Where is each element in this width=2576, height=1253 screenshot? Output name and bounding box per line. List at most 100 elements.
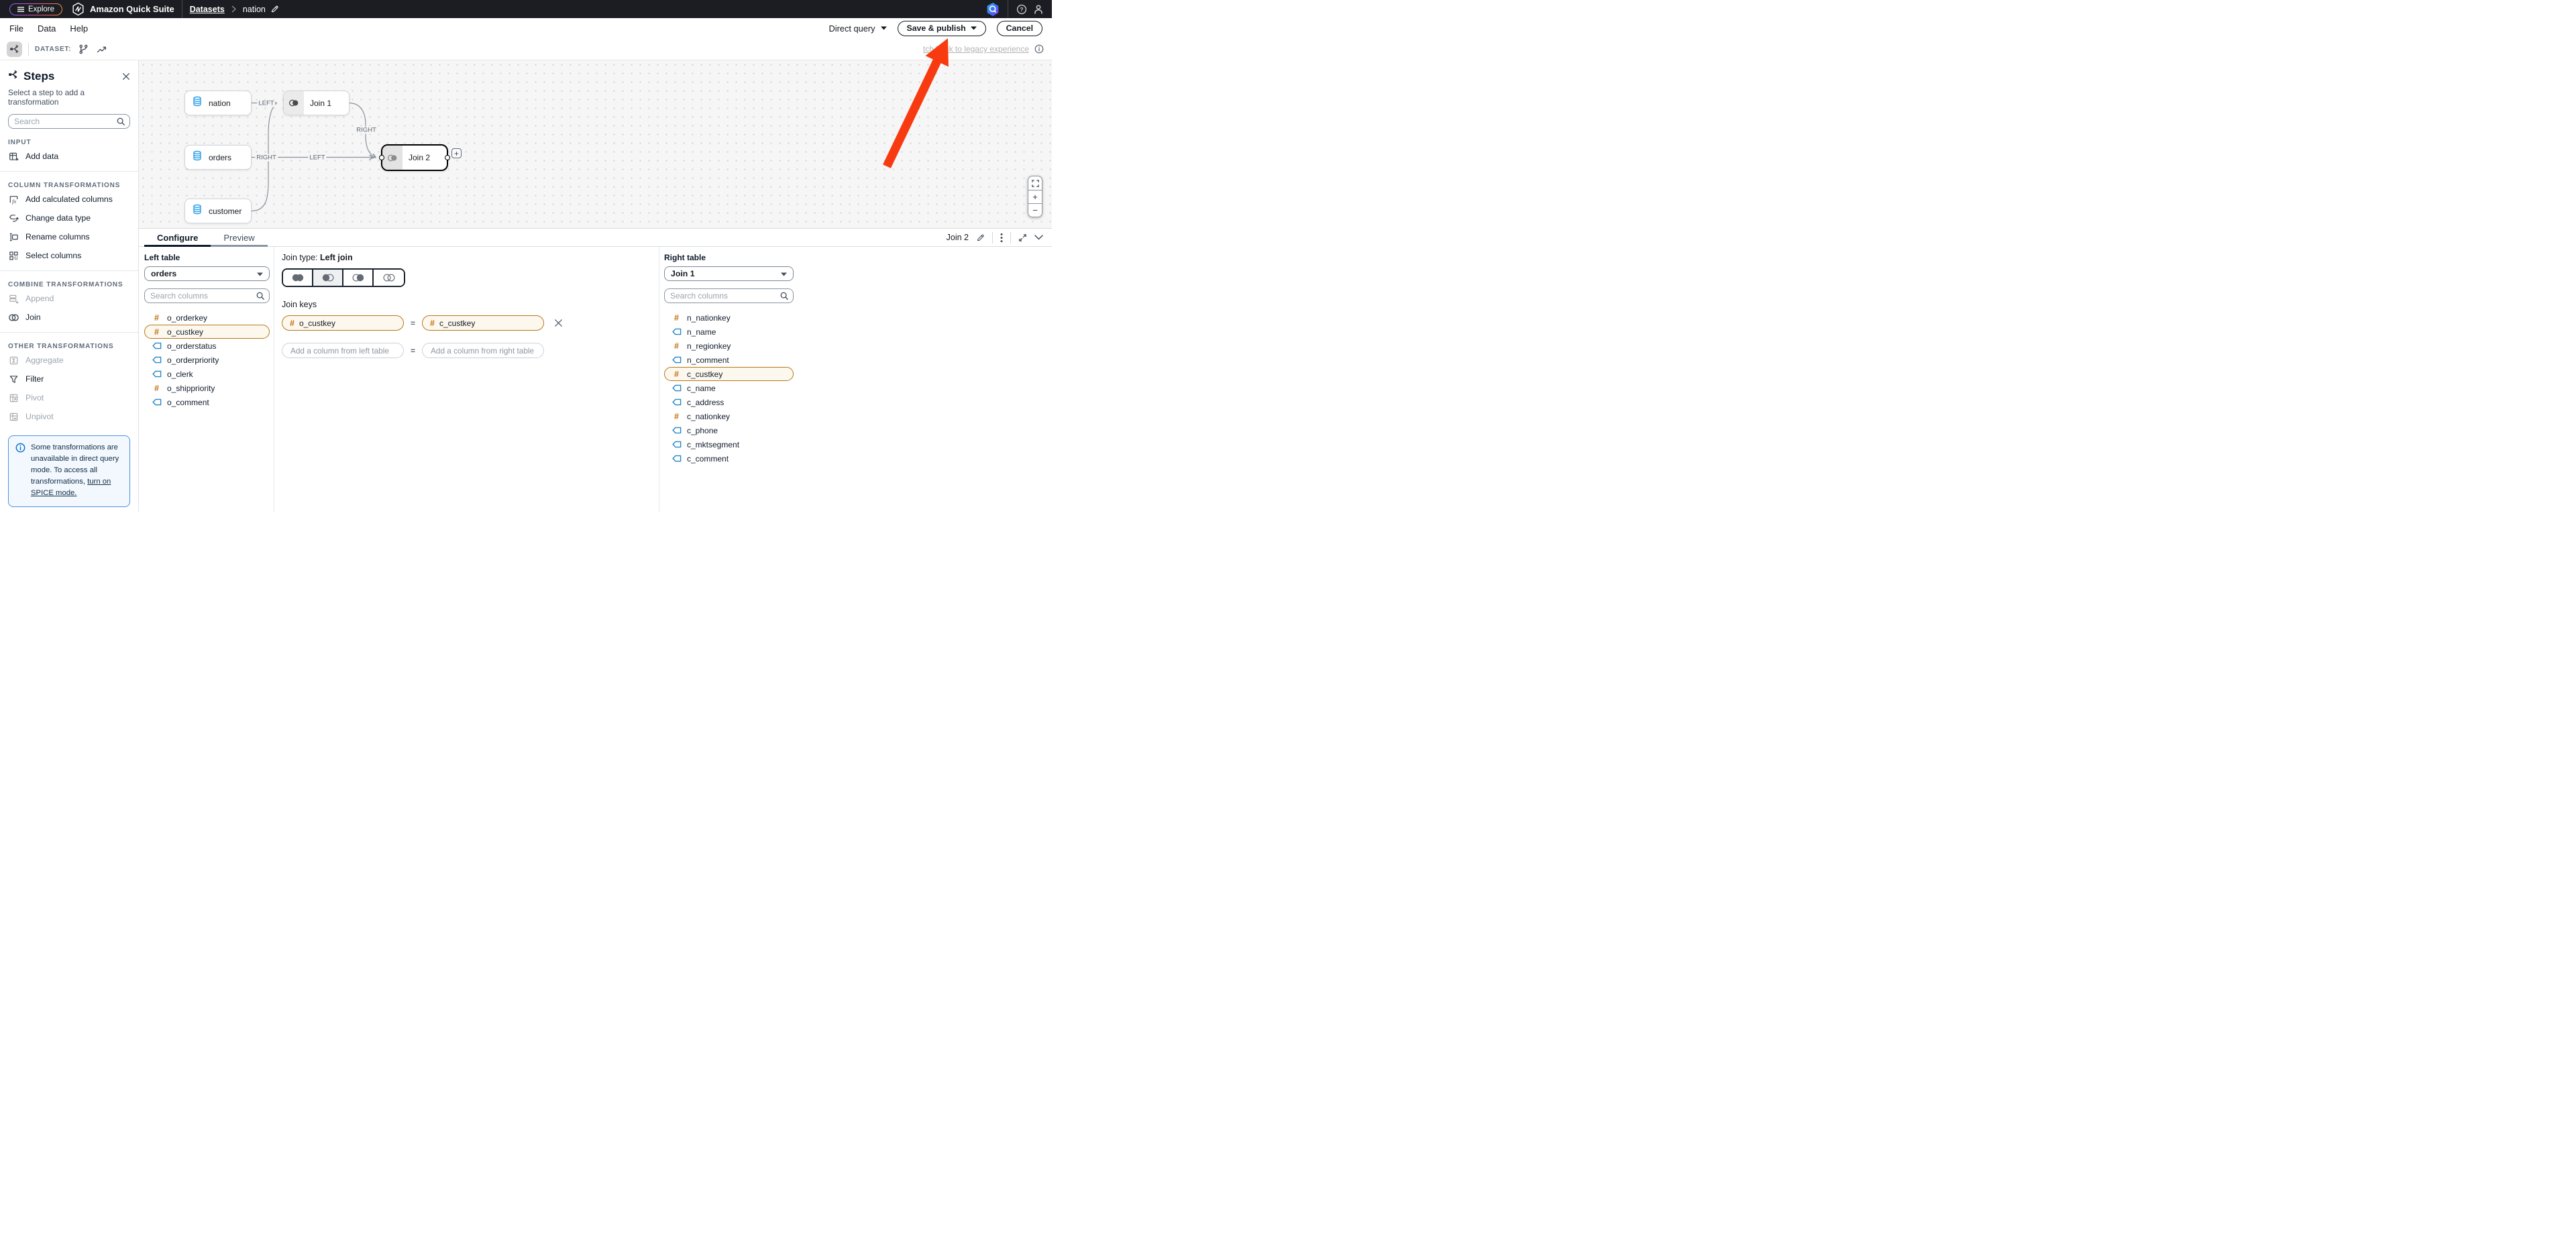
svg-text:?: ? [1020,5,1023,12]
join-type-right-button[interactable] [343,270,374,286]
user-account-icon[interactable] [1033,4,1044,15]
transformation-step-item[interactable]: Rename columns [8,228,130,246]
transformation-step-item[interactable]: Filter [8,370,130,388]
transformation-step-item[interactable]: Change data type [8,209,130,227]
cancel-button[interactable]: Cancel [997,21,1042,36]
info-icon[interactable] [1034,44,1044,54]
add-left-column-field[interactable]: Add a column from left table [282,343,404,358]
transformation-step-item[interactable]: Add data [8,148,130,165]
save-and-publish-button[interactable]: Save & publish [898,21,986,36]
transformation-step-item[interactable]: Append [8,290,130,307]
column-list-item[interactable]: c_name [664,381,794,395]
explore-button[interactable]: Explore [9,3,62,15]
column-list-item[interactable]: o_orderpriority [144,353,270,367]
right-join-icon [351,273,366,282]
transformation-step-item[interactable]: Join [8,309,130,326]
output-port[interactable] [445,155,450,160]
collapse-panel-chevron-icon[interactable] [1034,235,1043,240]
tab-preview[interactable]: Preview [211,229,267,246]
column-list-item[interactable]: c_address [664,395,794,409]
append-icon [8,294,19,304]
section-label-other-transformations: OTHER TRANSFORMATIONS [8,343,130,350]
divider [0,270,138,271]
hamburger-icon [17,7,24,12]
column-list-item[interactable]: # c_custkey [664,367,794,381]
quick-suite-color-logo[interactable] [986,2,1000,17]
column-list-item[interactable]: # o_shippriority [144,381,270,395]
close-icon[interactable] [122,72,130,80]
search-icon[interactable] [116,117,125,129]
column-list-item[interactable]: # o_custkey [144,325,270,339]
search-icon[interactable] [256,291,265,304]
lineage-branch-icon[interactable] [78,44,89,54]
section-label-column-transformations: COLUMN TRANSFORMATIONS [8,182,130,189]
menu-file[interactable]: File [9,23,23,34]
breadcrumb-datasets-link[interactable]: Datasets [190,5,225,14]
divider [992,232,993,243]
left-join-key-pill[interactable]: # o_custkey [282,315,404,331]
steps-search-input[interactable] [8,114,130,129]
right-join-key-pill[interactable]: # c_custkey [422,315,544,331]
step-item-label: Join [25,313,41,322]
column-list-item[interactable]: c_comment [664,451,794,466]
column-list-item[interactable]: n_name [664,325,794,339]
column-list-item[interactable]: # n_nationkey [664,311,794,325]
node-orders[interactable]: orders [184,145,252,170]
query-mode-dropdown[interactable]: Direct query [829,23,887,34]
menu-help[interactable]: Help [70,23,88,34]
add-right-column-field[interactable]: Add a column from right table [422,343,544,358]
node-nation[interactable]: nation [184,91,252,115]
column-name: o_orderpriority [167,356,219,365]
fit-view-button[interactable] [1028,176,1042,190]
transformation-step-item[interactable]: Pivot [8,389,130,406]
transformation-step-item[interactable]: fx Add calculated columns [8,190,130,208]
search-icon[interactable] [780,291,789,304]
node-customer[interactable]: customer [184,199,252,223]
left-table-select[interactable]: orders [144,266,270,281]
transformation-step-item[interactable]: Aggregate [8,351,130,369]
transformation-step-item[interactable]: Unpivot [8,408,130,425]
column-list-item[interactable]: c_mktsegment [664,437,794,451]
node-join-1[interactable]: Join 1 [283,91,350,115]
expand-panel-icon[interactable] [1018,233,1027,242]
transformation-step-item[interactable]: Select columns [8,247,130,264]
numeric-icon: # [430,319,435,328]
right-table-select[interactable]: Join 1 [664,266,794,281]
edge-label-left: LEFT [308,154,326,161]
dataflow-canvas[interactable]: LEFT RIGHT LEFT RIGHT nation orders cust… [139,60,1052,229]
column-list-item[interactable]: n_comment [664,353,794,367]
rename-dataset-pencil-icon[interactable] [270,5,279,13]
zoom-in-button[interactable]: + [1028,190,1042,203]
kebab-menu-icon[interactable] [1000,233,1003,243]
analysis-trend-icon[interactable] [97,44,107,54]
tab-configure[interactable]: Configure [144,229,211,246]
rename-step-pencil-icon[interactable] [976,233,985,242]
join-type-inner-button[interactable] [374,270,404,286]
column-list-item[interactable]: o_clerk [144,367,270,381]
steps-flow-view-button[interactable] [7,42,22,57]
left-columns-search-input[interactable] [144,288,270,303]
menu-data[interactable]: Data [38,23,56,34]
edge-label-right: RIGHT [255,154,278,161]
join-type-left-button[interactable] [313,270,343,286]
help-icon[interactable]: ? [1016,4,1027,15]
numeric-icon: # [152,384,162,393]
input-port[interactable] [379,155,384,160]
add-step-plus-button[interactable]: + [451,148,462,158]
add-join-key-row: Add a column from left table = Add a col… [282,343,657,358]
zoom-out-button[interactable]: − [1028,203,1042,217]
info-icon [15,442,25,499]
column-list-item[interactable]: # c_nationkey [664,409,794,423]
join-type-full-button[interactable] [283,270,313,286]
column-list-item[interactable]: # o_orderkey [144,311,270,325]
column-list-item[interactable]: c_phone [664,423,794,437]
column-list-item[interactable]: # n_regionkey [664,339,794,353]
remove-join-key-icon[interactable] [554,319,563,327]
column-list-item[interactable]: o_comment [144,395,270,409]
switch-to-legacy-link[interactable]: tch back to legacy experience [923,44,1029,54]
string-icon [672,441,682,448]
right-columns-search-input[interactable] [664,288,794,303]
column-name: n_nationkey [687,313,731,323]
column-list-item[interactable]: o_orderstatus [144,339,270,353]
node-join-2[interactable]: Join 2 [381,144,448,171]
